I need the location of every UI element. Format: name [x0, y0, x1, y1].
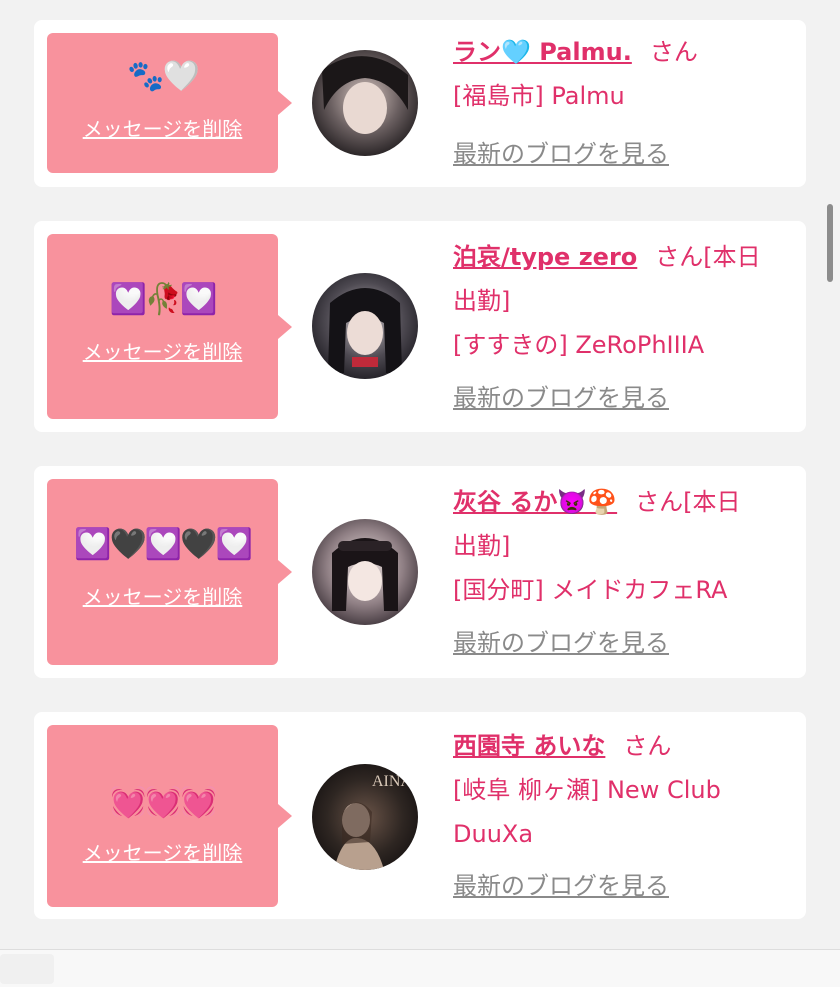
delete-message-button[interactable]: メッセージを削除 — [47, 340, 278, 364]
user-info: ラン🩵 Palmu. さん [福島市] Palmu 最新のブログを見る — [453, 30, 793, 168]
avatar-image — [312, 519, 418, 625]
latest-blog-link[interactable]: 最新のブログを見る — [453, 871, 669, 901]
message-emoji: 💟🥀💟 — [109, 282, 217, 317]
work-status-cont: 出勤] — [453, 532, 511, 560]
message-emoji: 🐾🤍 — [127, 59, 200, 94]
bottom-bar — [0, 949, 840, 987]
avatar-image — [312, 50, 418, 156]
user-name-link[interactable]: ラン🩵 Palmu. — [453, 38, 632, 66]
work-status: [本日 — [683, 488, 741, 516]
shop-location: [すすきの] ZeRoPhIIIA — [453, 331, 705, 359]
user-info: 泊哀/type zero さん[本日 出勤] [すすきの] ZeRoPhIIIA … — [453, 235, 793, 412]
latest-blog-link[interactable]: 最新のブログを見る — [453, 383, 669, 413]
message-emoji: 💓💓💓 — [109, 785, 217, 820]
shop-location: [岐阜 柳ヶ瀬] New Club — [453, 776, 721, 804]
scrollbar[interactable] — [827, 204, 833, 282]
shop-location-cont: DuuXa — [453, 820, 534, 848]
user-name-link[interactable]: 西園寺 あいな — [453, 732, 605, 760]
name-line: 灰谷 るか👿🍄 さん[本日 — [453, 480, 793, 524]
shop-location: [福島市] Palmu — [453, 82, 625, 110]
latest-blog-link[interactable]: 最新のブログを見る — [453, 139, 669, 169]
honorific: さん — [655, 243, 704, 271]
delete-message-button[interactable]: メッセージを削除 — [47, 117, 278, 141]
avatar[interactable] — [312, 273, 418, 379]
avatar[interactable] — [312, 50, 418, 156]
message-card: 💟🖤💟🖤💟 メッセージを削除 灰谷 るか👿🍄 さん[本日 出勤] [国分町] メイ… — [34, 466, 806, 678]
bottom-bar-tab[interactable] — [0, 954, 54, 984]
message-card: 💓💓💓 メッセージを削除 AINA 西園寺 あいな さん [岐阜 柳ヶ瀬] New… — [34, 712, 806, 919]
avatar[interactable]: AINA — [312, 764, 418, 870]
work-status: [本日 — [703, 243, 761, 271]
honorific: さん — [623, 732, 672, 760]
delete-message-button[interactable]: メッセージを削除 — [47, 841, 278, 865]
latest-blog-link[interactable]: 最新のブログを見る — [453, 628, 669, 658]
name-line: ラン🩵 Palmu. さん — [453, 30, 793, 74]
name-line: 泊哀/type zero さん[本日 — [453, 235, 793, 279]
message-bubble: 💟🖤💟🖤💟 メッセージを削除 — [47, 479, 292, 665]
avatar-image: AINA — [312, 764, 418, 870]
work-status-cont: 出勤] — [453, 287, 511, 315]
message-card: 💟🥀💟 メッセージを削除 泊哀/type zero さん[本日 出勤] [すすきの… — [34, 221, 806, 432]
message-bubble: 🐾🤍 メッセージを削除 — [47, 33, 292, 173]
honorific: さん — [649, 38, 698, 66]
message-card: 🐾🤍 メッセージを削除 ラン🩵 Palmu. さん [福島市] Palmu 最新の… — [34, 20, 806, 187]
avatar-image — [312, 273, 418, 379]
message-bubble: 💟🥀💟 メッセージを削除 — [47, 234, 292, 419]
user-info: 西園寺 あいな さん [岐阜 柳ヶ瀬] New Club DuuXa 最新のブログ… — [453, 724, 793, 900]
user-name-link[interactable]: 泊哀/type zero — [453, 243, 637, 271]
svg-text:AINA: AINA — [372, 773, 412, 790]
name-line: 西園寺 あいな さん — [453, 724, 793, 768]
delete-message-button[interactable]: メッセージを削除 — [47, 585, 278, 609]
message-emoji: 💟🖤💟🖤💟 — [74, 527, 253, 562]
honorific: さん — [635, 488, 684, 516]
shop-location: [国分町] メイドカフェRA — [453, 576, 728, 604]
user-info: 灰谷 るか👿🍄 さん[本日 出勤] [国分町] メイドカフェRA 最新のブログを見… — [453, 480, 793, 657]
user-name-link[interactable]: 灰谷 るか👿🍄 — [453, 488, 617, 516]
avatar[interactable] — [312, 519, 418, 625]
message-bubble: 💓💓💓 メッセージを削除 — [47, 725, 292, 907]
